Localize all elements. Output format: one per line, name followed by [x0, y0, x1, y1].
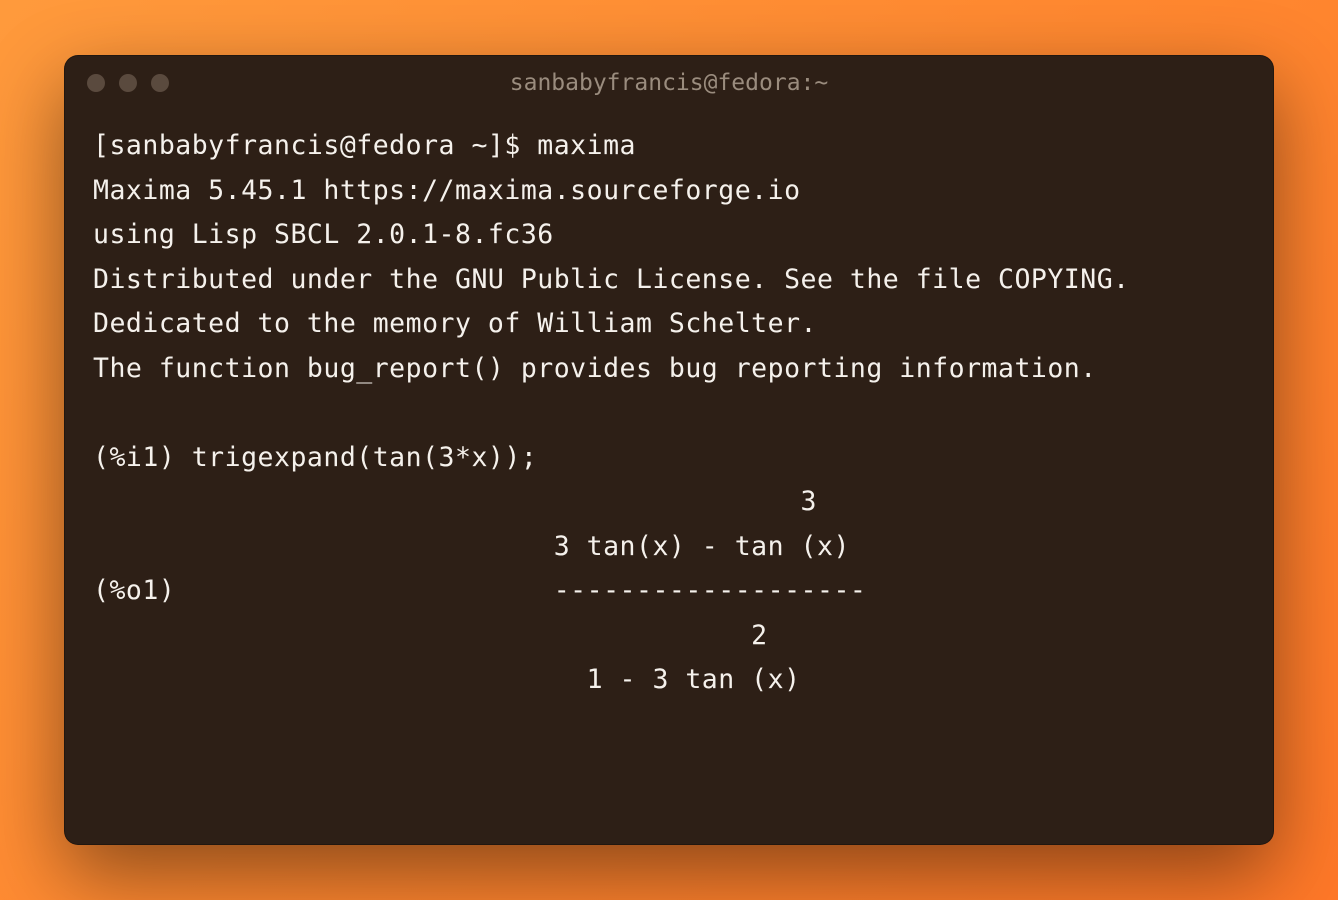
banner-line: using Lisp SBCL 2.0.1-8.fc36 — [93, 219, 554, 250]
window-title: sanbabyfrancis@fedora:~ — [510, 70, 829, 96]
maxima-input: (%i1) trigexpand(tan(3*x)); — [93, 442, 537, 473]
terminal-window: sanbabyfrancis@fedora:~ [sanbabyfrancis@… — [64, 55, 1274, 845]
maxima-output-numerator: 3 tan(x) - tan (x) — [93, 531, 850, 562]
banner-line: Dedicated to the memory of William Schel… — [93, 308, 817, 339]
maxima-output-denominator: 1 - 3 tan (x) — [93, 664, 801, 695]
traffic-lights — [87, 74, 169, 92]
titlebar[interactable]: sanbabyfrancis@fedora:~ — [65, 56, 1273, 110]
maxima-output-fraction: (%o1) ------------------- — [93, 575, 866, 606]
close-icon[interactable] — [87, 74, 105, 92]
minimize-icon[interactable] — [119, 74, 137, 92]
terminal-body[interactable]: [sanbabyfrancis@fedora ~]$ maxima Maxima… — [65, 110, 1273, 844]
banner-line: Distributed under the GNU Public License… — [93, 264, 1130, 295]
shell-prompt-line: [sanbabyfrancis@fedora ~]$ maxima — [93, 130, 636, 161]
banner-line: Maxima 5.45.1 https://maxima.sourceforge… — [93, 175, 801, 206]
maxima-output-exponent: 2 — [93, 620, 768, 651]
maxima-output-exponent: 3 — [93, 486, 817, 517]
banner-line: The function bug_report() provides bug r… — [93, 353, 1097, 384]
maximize-icon[interactable] — [151, 74, 169, 92]
